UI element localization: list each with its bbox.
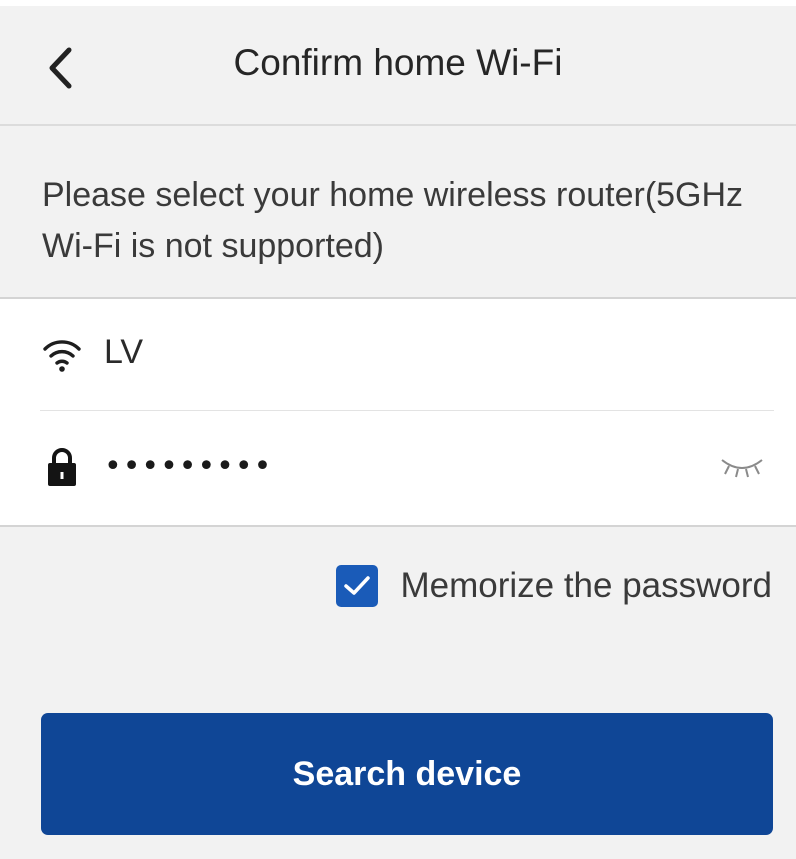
memorize-label: Memorize the password xyxy=(400,566,772,605)
instruction-line-1: Please select your home wireless router(… xyxy=(42,176,744,214)
instruction-line-2: Wi-Fi is not supported) xyxy=(42,227,384,265)
wifi-form: LV xyxy=(0,297,796,527)
page-title: Confirm home Wi-Fi xyxy=(233,42,563,83)
instruction-block: Please select your home wireless router(… xyxy=(42,126,782,296)
checkmark-icon xyxy=(344,576,371,595)
header: Confirm home Wi-Fi xyxy=(0,6,796,126)
search-device-button[interactable]: Search device xyxy=(41,713,773,835)
lock-icon xyxy=(40,445,84,489)
search-device-label: Search device xyxy=(292,754,522,793)
eye-closed-icon[interactable] xyxy=(710,447,774,487)
ssid-row[interactable]: LV xyxy=(40,299,774,411)
password-row xyxy=(40,411,774,522)
instruction-text: Please select your home wireless router(… xyxy=(42,170,743,272)
wifi-icon xyxy=(40,333,84,377)
password-field[interactable] xyxy=(104,441,664,491)
ssid-value: LV xyxy=(104,333,144,371)
memorize-checkbox[interactable] xyxy=(336,565,379,607)
memorize-password-toggle[interactable]: Memorize the password xyxy=(336,562,772,610)
